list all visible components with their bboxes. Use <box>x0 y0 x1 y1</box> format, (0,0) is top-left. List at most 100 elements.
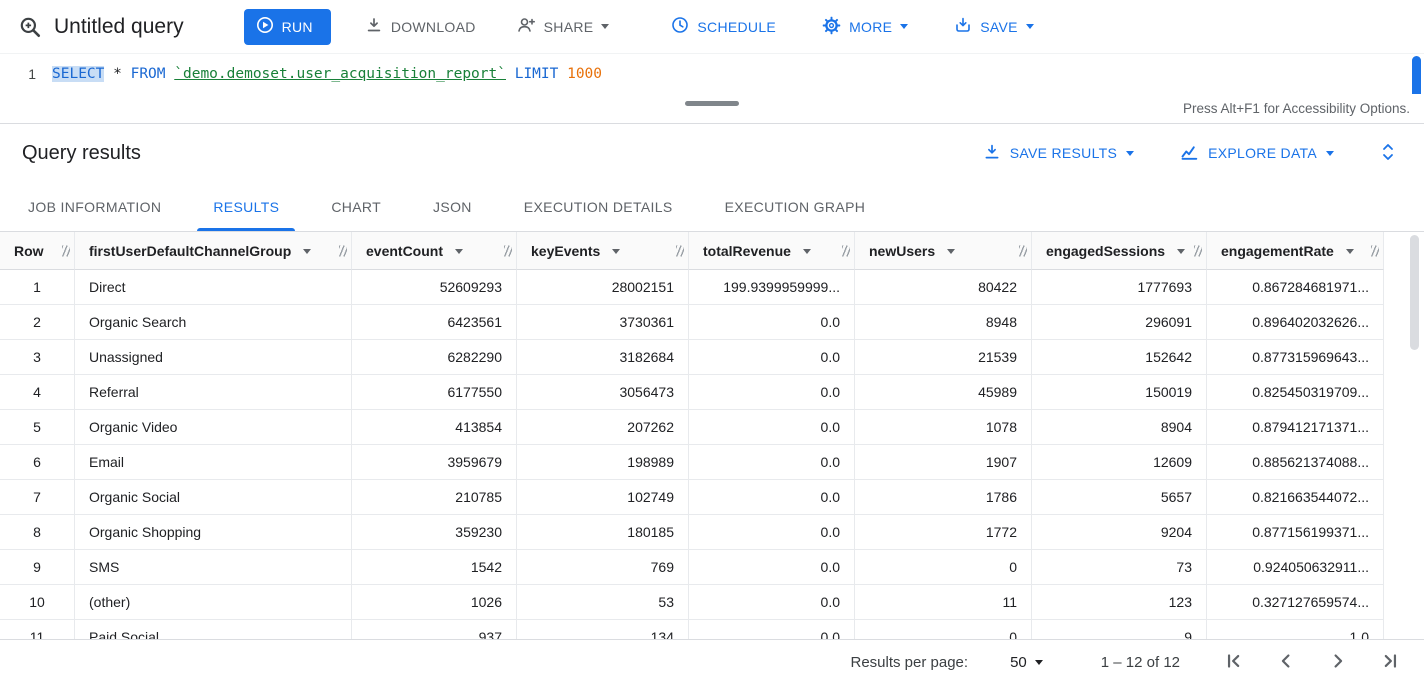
column-header-keyEvents[interactable]: keyEvents <box>517 232 689 270</box>
page-size-select[interactable]: 50 <box>1010 654 1043 671</box>
query-results-title: Query results <box>22 142 983 165</box>
expand-collapse-panel-button[interactable] <box>1380 141 1396 166</box>
download-button-label: DOWNLOAD <box>391 19 476 35</box>
cell-keyEvents: 3730361 <box>517 305 689 340</box>
more-button[interactable]: MORE <box>810 9 920 45</box>
column-menu-caret-icon[interactable] <box>303 249 311 254</box>
cell-firstUserDefaultChannelGroup: SMS <box>75 550 352 585</box>
page-size-value: 50 <box>1010 654 1027 671</box>
column-resize-handle[interactable] <box>842 245 850 256</box>
share-button[interactable]: SHARE <box>504 9 622 45</box>
cell-firstUserDefaultChannelGroup: Email <box>75 445 352 480</box>
person-add-icon <box>516 16 536 37</box>
column-header-Row[interactable]: Row <box>0 232 75 270</box>
cell-totalRevenue: 0.0 <box>689 375 855 410</box>
tab-execution-details[interactable]: EXECUTION DETAILS <box>498 182 699 231</box>
cell-engagedSessions: 12609 <box>1032 445 1207 480</box>
cell-totalRevenue: 0.0 <box>689 515 855 550</box>
column-menu-caret-icon[interactable] <box>1177 249 1185 254</box>
cell-engagementRate: 0.924050632911... <box>1207 550 1384 585</box>
query-toolbar: Untitled query RUN DOWNLOAD SHARE SCHE <box>0 0 1424 54</box>
column-menu-caret-icon[interactable] <box>612 249 620 254</box>
save-icon <box>954 16 972 37</box>
column-resize-handle[interactable] <box>504 245 512 256</box>
editor-bottom-strip: Press Alt+F1 for Accessibility Options. <box>0 94 1424 124</box>
column-header-newUsers[interactable]: newUsers <box>855 232 1032 270</box>
column-header-firstUserDefaultChannelGroup[interactable]: firstUserDefaultChannelGroup <box>75 232 352 270</box>
sql-editor-line[interactable]: 1 SELECT * FROM `demo.demoset.user_acqui… <box>0 54 1424 86</box>
column-resize-handle[interactable] <box>1371 245 1379 256</box>
chevron-down-icon <box>1126 151 1134 156</box>
cell-firstUserDefaultChannelGroup: Paid Social <box>75 620 352 639</box>
previous-page-button[interactable] <box>1272 649 1300 677</box>
chevron-down-icon <box>1035 660 1043 665</box>
cell-engagementRate: 0.877315969643... <box>1207 340 1384 375</box>
cell-keyEvents: 134 <box>517 620 689 639</box>
cell-newUsers: 0 <box>855 620 1032 639</box>
save-results-button[interactable]: SAVE RESULTS <box>983 143 1134 164</box>
table-row: 10(other)1026530.0111230.327127659574... <box>0 585 1384 620</box>
first-page-button[interactable] <box>1220 649 1248 677</box>
tab-execution-graph[interactable]: EXECUTION GRAPH <box>699 182 892 231</box>
save-results-download-icon <box>983 143 1001 164</box>
column-menu-caret-icon[interactable] <box>803 249 811 254</box>
cell-keyEvents: 28002151 <box>517 270 689 305</box>
tab-json[interactable]: JSON <box>407 182 498 231</box>
cell-engagedSessions: 73 <box>1032 550 1207 585</box>
column-menu-caret-icon[interactable] <box>947 249 955 254</box>
sql-table-ref-link[interactable]: `demo.demoset.user_acquisition_report` <box>174 66 506 82</box>
column-resize-handle[interactable] <box>339 245 347 256</box>
tab-results[interactable]: RESULTS <box>187 182 305 231</box>
cell-eventCount: 52609293 <box>352 270 517 305</box>
column-header-totalRevenue[interactable]: totalRevenue <box>689 232 855 270</box>
sql-editor[interactable]: 1 SELECT * FROM `demo.demoset.user_acqui… <box>0 54 1424 124</box>
column-resize-handle[interactable] <box>1019 245 1027 256</box>
panel-resize-drag-handle[interactable] <box>685 101 739 106</box>
explore-data-label: EXPLORE DATA <box>1208 145 1317 161</box>
row-number-cell: 5 <box>0 410 75 445</box>
schedule-button[interactable]: SCHEDULE <box>659 9 788 45</box>
cell-keyEvents: 53 <box>517 585 689 620</box>
row-number-cell: 11 <box>0 620 75 639</box>
download-button[interactable]: DOWNLOAD <box>353 9 488 45</box>
cell-engagedSessions: 150019 <box>1032 375 1207 410</box>
table-vertical-scrollbar[interactable] <box>1410 235 1419 350</box>
column-resize-handle[interactable] <box>676 245 684 256</box>
row-number-cell: 3 <box>0 340 75 375</box>
column-menu-caret-icon[interactable] <box>455 249 463 254</box>
cell-engagementRate: 1.0 <box>1207 620 1384 639</box>
cell-eventCount: 6177550 <box>352 375 517 410</box>
tab-job-information[interactable]: JOB INFORMATION <box>2 182 187 231</box>
tab-label: JSON <box>433 199 472 215</box>
table-row: 4Referral617755030564730.0459891500190.8… <box>0 375 1384 410</box>
column-resize-handle[interactable] <box>1194 245 1202 256</box>
results-table: RowfirstUserDefaultChannelGroupeventCoun… <box>0 232 1384 639</box>
run-button[interactable]: RUN <box>244 9 331 45</box>
next-page-button[interactable] <box>1324 649 1352 677</box>
cell-firstUserDefaultChannelGroup: Unassigned <box>75 340 352 375</box>
save-button[interactable]: SAVE <box>942 9 1046 45</box>
column-header-eventCount[interactable]: eventCount <box>352 232 517 270</box>
accessibility-hint: Press Alt+F1 for Accessibility Options. <box>1183 101 1410 116</box>
last-page-button[interactable] <box>1376 649 1404 677</box>
column-menu-caret-icon[interactable] <box>1346 249 1354 254</box>
cell-eventCount: 6423561 <box>352 305 517 340</box>
cell-keyEvents: 3182684 <box>517 340 689 375</box>
cell-engagedSessions: 5657 <box>1032 480 1207 515</box>
cell-engagementRate: 0.877156199371... <box>1207 515 1384 550</box>
explore-data-button[interactable]: EXPLORE DATA <box>1180 143 1334 164</box>
tab-chart[interactable]: CHART <box>305 182 407 231</box>
cell-eventCount: 937 <box>352 620 517 639</box>
row-number-cell: 6 <box>0 445 75 480</box>
cell-newUsers: 11 <box>855 585 1032 620</box>
row-number-cell: 9 <box>0 550 75 585</box>
cell-newUsers: 1786 <box>855 480 1032 515</box>
column-header-label: totalRevenue <box>703 243 791 259</box>
column-resize-handle[interactable] <box>62 245 70 256</box>
column-header-engagementRate[interactable]: engagementRate <box>1207 232 1384 270</box>
column-header-engagedSessions[interactable]: engagedSessions <box>1032 232 1207 270</box>
cell-totalRevenue: 0.0 <box>689 620 855 639</box>
cell-engagementRate: 0.879412171371... <box>1207 410 1384 445</box>
cell-firstUserDefaultChannelGroup: Organic Video <box>75 410 352 445</box>
cell-totalRevenue: 0.0 <box>689 550 855 585</box>
